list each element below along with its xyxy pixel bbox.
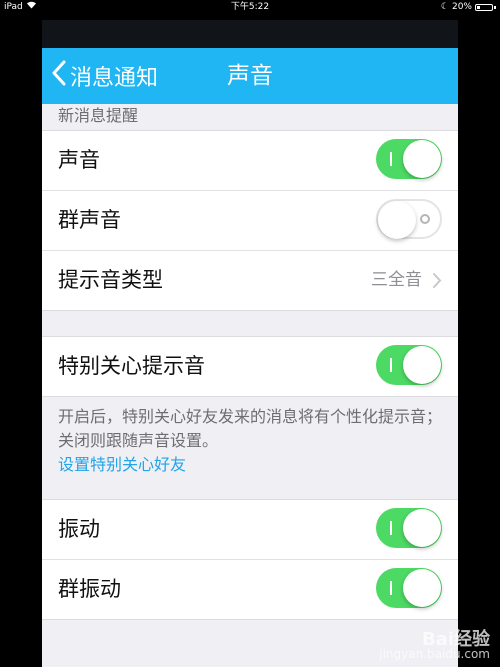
status-time: 下午5:22 [230,2,270,12]
group-sound-label: 群声音 [58,208,121,232]
sound-label: 声音 [58,148,100,172]
watermark-url: jingyan.baidu.com [379,647,490,661]
watermark-brand: Bai经验 [421,629,490,650]
baidu-jingyan-watermark: Bai经验 jingyan.baidu.com [379,629,490,662]
moon-icon: ☾ [440,2,449,12]
status-bar: iPad 下午5:22 ☾ 20% [0,0,500,14]
group-sound-row: 群声音 [42,191,458,251]
set-special-friends-link[interactable]: 设置特别关心好友 [58,451,186,475]
top-strip [42,20,458,48]
vibration-group: 振动 群振动 [42,499,458,620]
tone-type-value: 三全音 [371,270,422,290]
chevron-right-icon [432,272,442,293]
phone-screen: 消息通知 声音 新消息提醒 声音 群声音 提示音类型 三全音 特别关心提示音 开… [42,20,458,667]
special-care-description: 开启后，特别关心好友发来的消息将有个性化提示音；关闭则跟随声音设置。 [58,407,443,450]
new-message-group: 声音 群声音 提示音类型 三全音 [42,130,458,311]
vibrate-toggle[interactable] [376,508,442,548]
special-care-label: 特别关心提示音 [58,354,205,378]
section-header: 新消息提醒 [58,106,139,125]
tone-type-row[interactable]: 提示音类型 三全音 [42,251,458,310]
special-care-group: 特别关心提示音 [42,336,458,397]
special-care-toggle[interactable] [376,345,442,385]
sound-toggle[interactable] [376,139,442,179]
group-vibrate-toggle[interactable] [376,568,442,608]
group-vibrate-label: 群振动 [58,577,121,601]
sound-row: 声音 [42,131,458,191]
page-title: 声音 [227,63,273,89]
vibrate-label: 振动 [58,517,100,541]
battery-status: ☾ 20% [441,0,496,14]
group-vibrate-row: 群振动 [42,560,458,619]
vibrate-row: 振动 [42,500,458,560]
group-sound-toggle[interactable] [376,199,442,239]
special-care-row: 特别关心提示音 [42,337,458,396]
tone-type-label: 提示音类型 [58,268,163,292]
battery-percent: 20% [451,2,472,12]
battery-icon [475,3,493,11]
navigation-bar: 消息通知 声音 [42,48,458,104]
